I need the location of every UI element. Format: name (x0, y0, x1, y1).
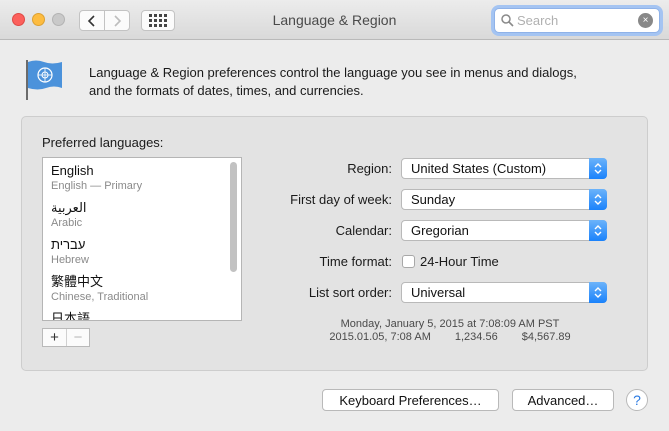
language-name: עברית (51, 237, 86, 252)
time-format-label: Time format: (319, 254, 392, 269)
description-line-2: and the formats of dates, times, and cur… (89, 83, 364, 98)
sample-formats-row: 2015.01.05, 7:08 AM 1,234.56 $4,567.89 (300, 331, 600, 343)
up-down-arrows-icon (589, 220, 607, 241)
language-item-chinese-traditional[interactable]: 繁體中文 Chinese, Traditional (51, 274, 148, 304)
sort-order-value: Universal (411, 285, 466, 300)
preferred-languages-list[interactable]: English English — Primary العربية Arabic… (42, 157, 242, 321)
language-list-scrollbar[interactable] (230, 162, 237, 272)
language-name: العربية (51, 200, 87, 215)
first-day-label: First day of week: (290, 192, 392, 207)
language-subtitle: Chinese, Traditional (51, 291, 149, 303)
region-label: Region: (347, 161, 392, 176)
language-name: 日本語 (51, 311, 91, 321)
search-field[interactable]: × (494, 8, 660, 33)
clear-search-icon[interactable]: × (638, 13, 653, 28)
calendar-label: Calendar: (335, 223, 392, 238)
add-remove-control: + − (42, 328, 90, 347)
first-day-value: Sunday (411, 192, 456, 207)
language-item-english[interactable]: English English — Primary (51, 163, 142, 193)
keyboard-preferences-button[interactable]: Keyboard Preferences… (322, 389, 499, 411)
sample-date-long: Monday, January 5, 2015 at 7:08:09 AM PS… (340, 318, 560, 330)
language-subtitle: Hebrew (51, 254, 89, 266)
sample-date-short: 2015.01.05, 7:08 AM (329, 331, 431, 343)
up-down-arrows-icon (589, 158, 607, 179)
language-subtitle: Arabic (51, 217, 83, 229)
up-down-arrows-icon (589, 189, 607, 210)
language-name: 繁體中文 (51, 274, 104, 289)
search-input[interactable] (517, 12, 635, 29)
add-language-button[interactable]: + (43, 329, 66, 346)
region-popup[interactable]: United States (Custom) (401, 158, 607, 179)
remove-language-button[interactable]: − (66, 329, 89, 346)
sort-order-popup[interactable]: Universal (401, 282, 607, 303)
region-value: United States (Custom) (411, 161, 547, 176)
sample-currency: $4,567.89 (521, 331, 571, 343)
preferred-languages-label: Preferred languages: (42, 135, 164, 150)
description-text: Language & Region preferences control th… (89, 64, 629, 100)
sort-order-label: List sort order: (308, 285, 392, 300)
language-subtitle: English — Primary (51, 180, 143, 192)
title-bar: Language & Region × (0, 0, 669, 40)
language-name: English (51, 163, 94, 178)
search-icon (501, 14, 514, 27)
first-day-popup[interactable]: Sunday (401, 189, 607, 210)
24-hour-time-checkbox[interactable] (402, 255, 415, 268)
description-line-1: Language & Region preferences control th… (89, 65, 577, 80)
24-hour-time-label[interactable]: 24-Hour Time (420, 254, 499, 269)
sample-number: 1,234.56 (454, 331, 498, 343)
advanced-button[interactable]: Advanced… (512, 389, 614, 411)
calendar-popup[interactable]: Gregorian (401, 220, 607, 241)
language-item-hebrew[interactable]: עברית Hebrew (51, 237, 89, 267)
language-item-japanese[interactable]: 日本語 (51, 311, 91, 321)
language-item-arabic[interactable]: العربية Arabic (51, 200, 87, 230)
up-down-arrows-icon (589, 282, 607, 303)
help-button[interactable]: ? (626, 389, 648, 411)
united-nations-flag-icon (26, 60, 62, 100)
calendar-value: Gregorian (411, 223, 469, 238)
